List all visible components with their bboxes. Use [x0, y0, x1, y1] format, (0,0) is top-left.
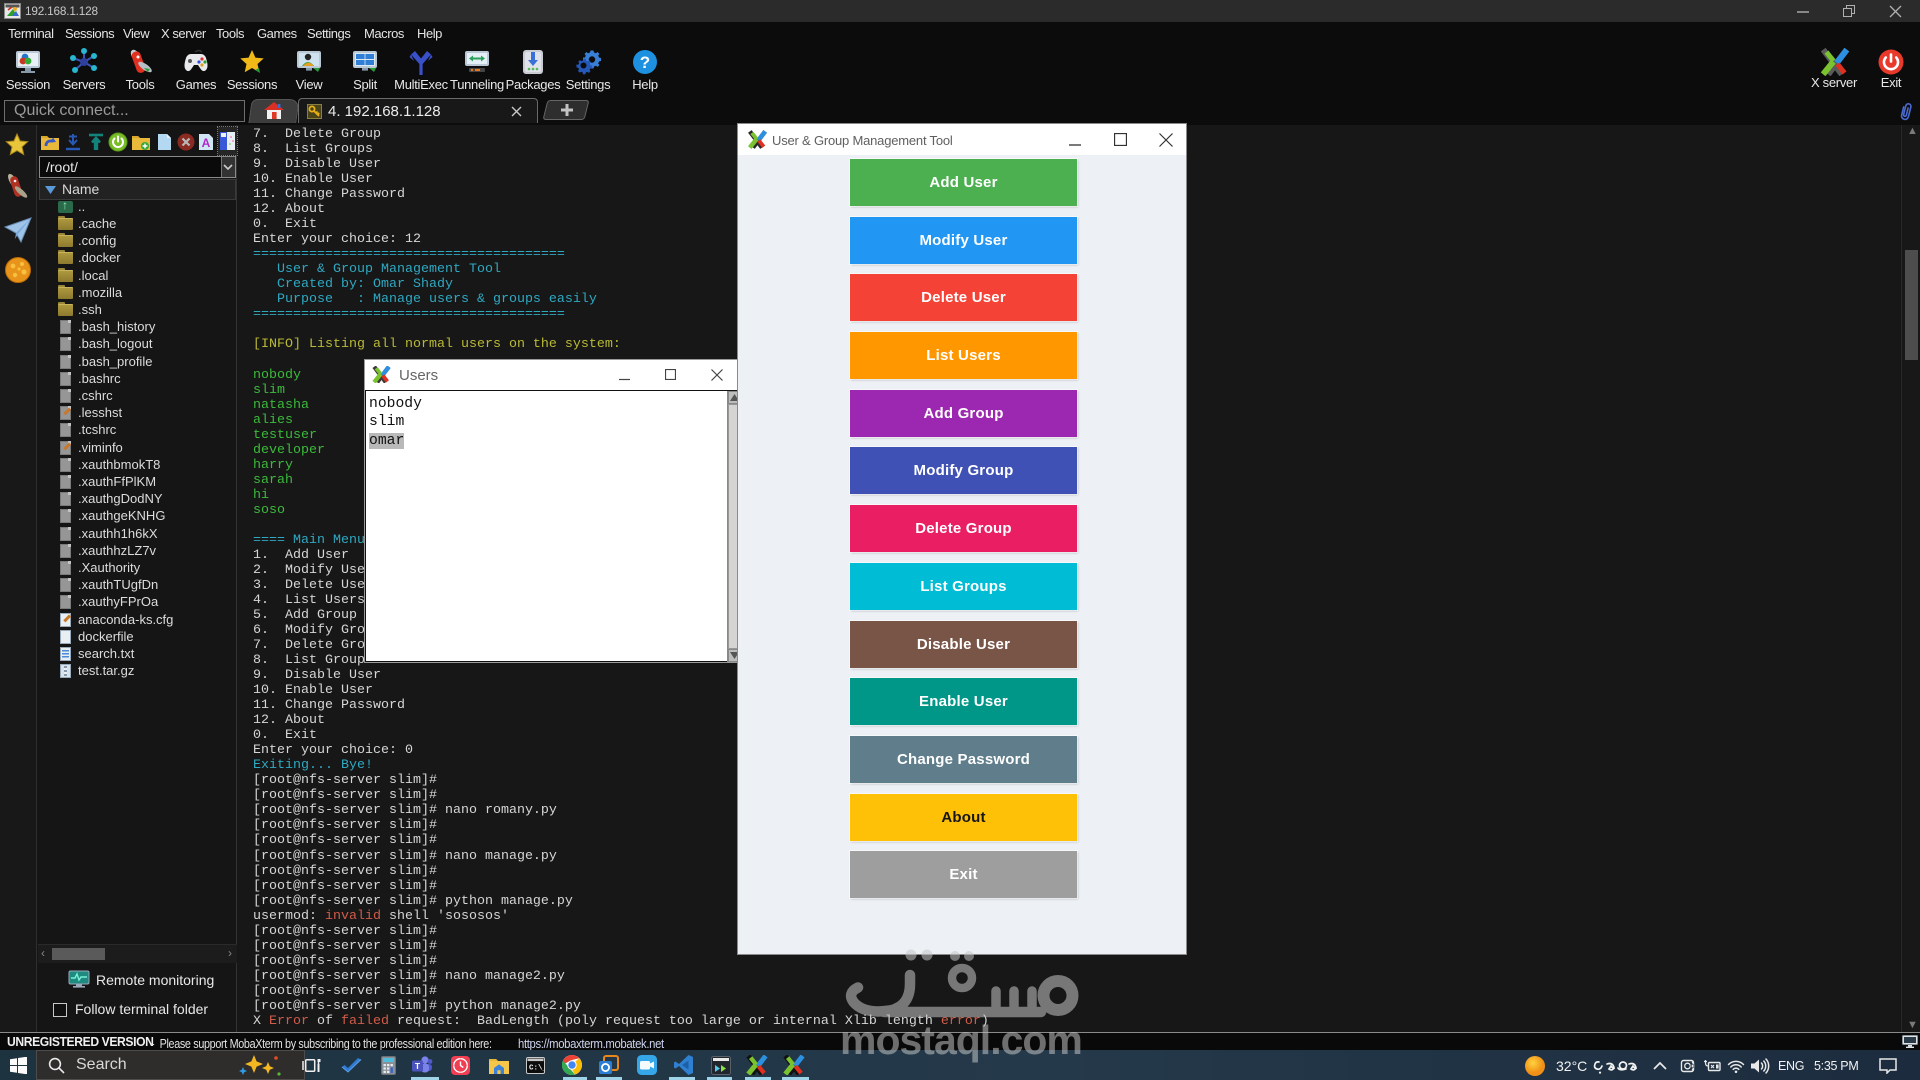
- svg-text:A: A: [202, 136, 211, 150]
- svg-text:?: ?: [640, 53, 650, 72]
- svg-text:T: T: [415, 1061, 421, 1071]
- svg-text:C:\_: C:\_: [529, 1065, 545, 1073]
